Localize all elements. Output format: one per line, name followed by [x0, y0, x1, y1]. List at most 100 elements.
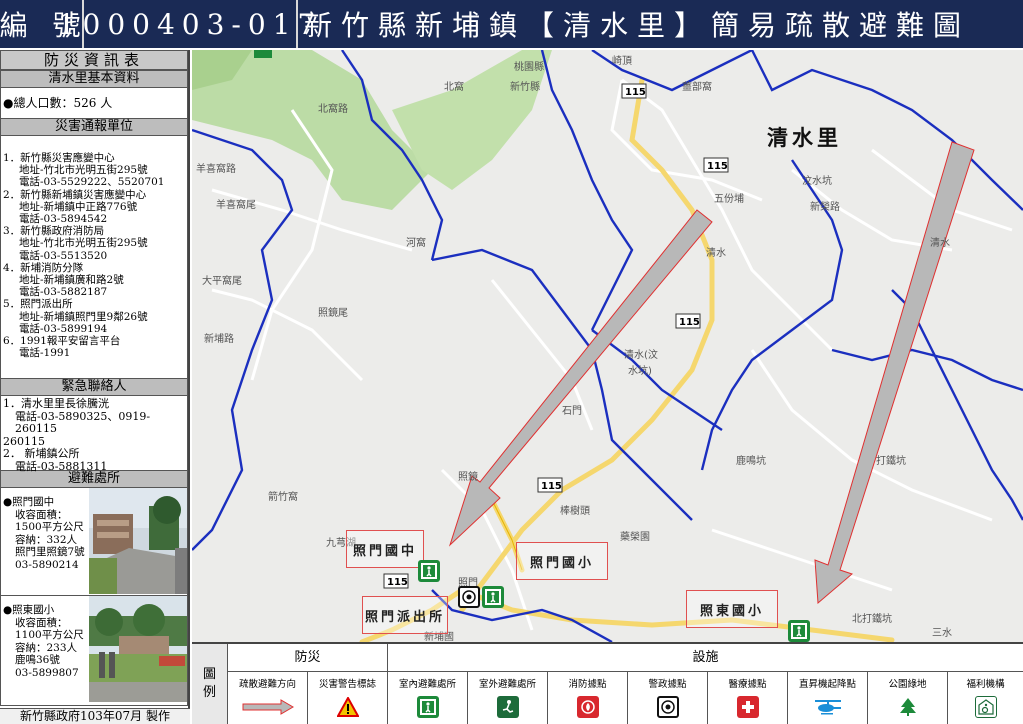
- legend-label: 室內避難處所: [398, 679, 456, 690]
- shelter-info: ●照東國小 收容面積： 1100平方公尺 容納：233人 鹿鳴36號 03-58…: [3, 604, 99, 680]
- legend-item: 醫療據點: [708, 672, 788, 724]
- legend-label: 室外避難處所: [478, 679, 536, 690]
- map-label: 三水: [932, 627, 952, 639]
- indoor-shelter-icon[interactable]: [482, 586, 504, 608]
- map-label: 棒樹頭: [560, 504, 590, 517]
- contact-line: 電話-03-5890325、0919-260115: [15, 409, 151, 435]
- place-label-zhaomen-elementary[interactable]: 照門國小: [516, 542, 608, 580]
- shelter-photo: [89, 596, 187, 702]
- shelter-line: 容納：233人: [15, 641, 78, 654]
- map-label: 藥榮園: [620, 530, 650, 543]
- map-label: 羊喜窩路: [196, 162, 236, 175]
- legend-label: 醫療據點: [728, 679, 767, 690]
- map-label: 照鏡: [458, 470, 478, 483]
- map-area[interactable]: 115 115 115 115 115 北窩 薑部窩 崎頂 桃園縣 新竹縣 羊喜…: [192, 50, 1023, 642]
- map-label: 崎頂: [612, 54, 632, 67]
- report-line: 電話-03-5513520: [19, 249, 108, 262]
- shelter-info: ●照門國中 收容面積： 1500平方公尺 容納：332人 照門里照鏡7號 03-…: [3, 496, 99, 572]
- report-line: 地址-竹北市光明五街295號: [19, 237, 148, 250]
- shelter-line: 03-5890214: [15, 558, 79, 571]
- warning-sign-icon: [336, 696, 359, 718]
- report-header: 災害通報單位: [0, 118, 188, 136]
- contact-header: 緊急聯絡人: [0, 378, 188, 396]
- report-line: 4．新埔消防分隊: [3, 261, 84, 274]
- footer-note: 新竹縣政府103年07月 製作: [0, 708, 190, 724]
- place-label-zhaomen-police[interactable]: 照門派出所: [362, 596, 448, 634]
- map-label: 薑部窩: [682, 80, 712, 93]
- basic-header: 清水里基本資料: [0, 70, 188, 88]
- report-line: 電話-03-5882187: [19, 286, 108, 299]
- contact-list: 1．清水里里長徐騰洸 電話-03-5890325、0919-260115 260…: [0, 396, 188, 472]
- report-line: 地址-竹北市光明五街295號: [19, 164, 148, 177]
- legend-group-facility: 設施: [388, 644, 1023, 672]
- title-name: 新竹縣新埔鎮【清水里】簡易疏散避難圖: [304, 9, 971, 42]
- map-label: 鹿鳴坑: [736, 454, 766, 467]
- map-label: 清水(汶: [624, 348, 658, 361]
- legend-title: 圖 例: [192, 644, 228, 724]
- tree-icon: [897, 696, 919, 718]
- legend-item: 室內避難處所: [388, 672, 468, 724]
- map-label: 清水: [706, 246, 726, 259]
- legend-label: 消防據點: [568, 679, 607, 690]
- legend-item: 疏散避難方向: [228, 672, 308, 724]
- shelter-line: 收容面積：: [15, 508, 68, 521]
- map-label: 北打鐵坑: [852, 612, 892, 625]
- route-shield: 115: [625, 87, 646, 98]
- map-label: 河窩: [406, 236, 426, 249]
- indoor-shelter-icon[interactable]: [418, 560, 440, 582]
- legend-item: 室外避難處所: [468, 672, 548, 724]
- fire-station-icon: [576, 696, 599, 718]
- report-line: 地址-新埔鎮中正路776號: [19, 200, 138, 213]
- report-line: 電話-03-5529222、5520701: [19, 176, 165, 189]
- map-label: 水坑): [628, 364, 652, 377]
- legend-label: 警政據點: [648, 679, 687, 690]
- police-station-icon: [656, 696, 679, 718]
- legend-item: 直昇機起降點: [788, 672, 868, 724]
- map-label: 五份埔: [714, 192, 744, 205]
- place-label-zhaomen-junior-high[interactable]: 照門國中: [346, 530, 424, 568]
- shelter-line: 1100平方公尺: [15, 629, 84, 642]
- legend-title-char: 圖: [202, 667, 216, 682]
- map-label: 石門: [562, 405, 582, 417]
- shelter-line: 鹿鳴36號: [15, 654, 60, 667]
- outdoor-shelter-icon: [496, 696, 519, 718]
- legend-group-disaster: 防災: [228, 644, 388, 672]
- shelter-line: 03-5899807: [15, 666, 79, 679]
- route-shield: 115: [387, 577, 408, 588]
- map-label: 新竹縣: [510, 80, 540, 93]
- contact-line: 2． 新埔鎮公所: [3, 447, 80, 460]
- legend-title-char: 例: [202, 685, 216, 700]
- indoor-shelter-icon: [416, 696, 439, 718]
- map-label: 新埔路: [204, 332, 234, 345]
- shelter-line: 容納：332人: [15, 533, 78, 546]
- title-code: 1000403-017: [58, 0, 315, 48]
- evacuation-direction-icon: [241, 696, 295, 718]
- population: ●總人口數：526 人: [0, 88, 188, 118]
- map-label: 大平窩尾: [202, 274, 242, 287]
- village-label: 清水里: [767, 125, 842, 150]
- report-line: 地址-新埔鎮廣和路2號: [19, 274, 124, 287]
- route-shield: 115: [707, 161, 728, 172]
- route-shield: 115: [541, 481, 562, 492]
- legend-label: 福利機構: [966, 679, 1005, 690]
- title-bar: 編 號 1000403-017 新竹縣新埔鎮【清水里】簡易疏散避難圖: [0, 0, 1023, 48]
- legend-label: 災害警告標誌: [318, 679, 376, 690]
- map-label: 箭竹窩: [268, 490, 298, 503]
- route-shield: 115: [679, 317, 700, 328]
- map-legend: 圖 例 防災 設施 疏散避難方向 災害警告標誌 室內避難處所 室外避難處所 消防…: [192, 642, 1023, 724]
- report-line: 1．新竹縣災害應變中心: [3, 152, 115, 164]
- report-line: 電話-03-5894542: [19, 213, 108, 226]
- shelter-card: ●照東國小 收容面積： 1100平方公尺 容納：233人 鹿鳴36號 03-58…: [0, 596, 188, 706]
- map-label: 清水: [930, 236, 950, 249]
- legend-item: 福利機構: [948, 672, 1023, 724]
- report-line: 地址-新埔鎮照門里9鄰26號: [19, 310, 148, 323]
- place-label-zhaodong-elementary[interactable]: 照東國小: [686, 590, 778, 628]
- map-label: 汶水坑: [802, 174, 832, 187]
- shelter-card: ●照門國中 收容面積： 1500平方公尺 容納：332人 照門里照鏡7號 03-…: [0, 488, 188, 596]
- helicopter-icon: [813, 696, 843, 718]
- report-line: 5．照門派出所: [3, 298, 73, 311]
- police-station-icon[interactable]: [458, 586, 480, 608]
- report-line: 2．新竹縣新埔鎮災害應變中心: [3, 188, 147, 201]
- indoor-shelter-icon[interactable]: [788, 620, 810, 642]
- shelter-line: 照門里照鏡7號: [15, 546, 85, 559]
